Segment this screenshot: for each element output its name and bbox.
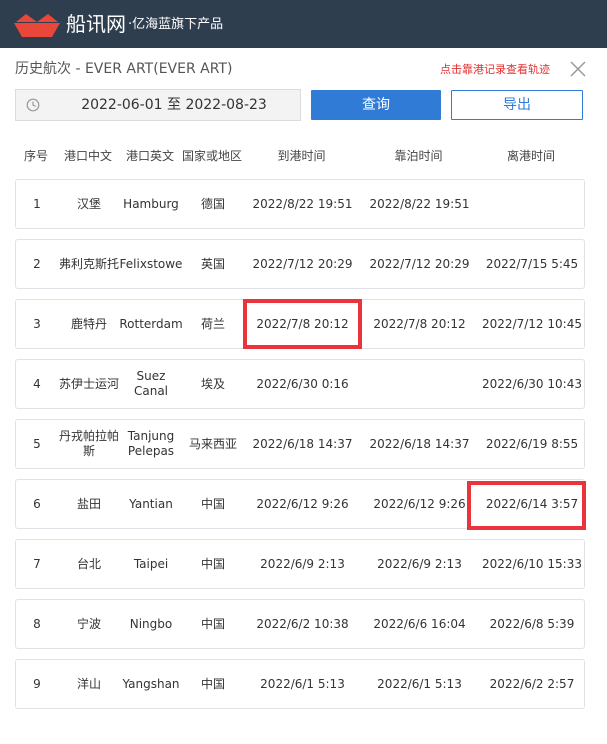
row-departure: 2022/6/10 15:33: [482, 556, 582, 571]
row-country: 中国: [200, 616, 225, 631]
row-no: 4: [33, 376, 41, 391]
row-no: 1: [33, 196, 41, 211]
row-port-cn: 盐田: [76, 496, 101, 511]
date-range-picker[interactable]: 2022-06-01 至 2022-08-23: [15, 89, 301, 121]
brand-tagline: ·亿海蓝旗下产品: [128, 17, 224, 32]
table-row[interactable]: 4 苏伊士运河 Suez Canal 埃及 2022/6/30 0:16 202…: [15, 359, 585, 409]
row-port-cn: 弗利克斯托: [58, 256, 119, 271]
row-no: 3: [33, 316, 41, 331]
query-button[interactable]: 查询: [311, 90, 441, 120]
row-country: 中国: [200, 496, 225, 511]
row-port-cn: 洋山: [76, 676, 101, 691]
table-row[interactable]: 3 鹿特丹 Rotterdam 荷兰 2022/7/8 20:12 2022/7…: [15, 299, 585, 349]
row-country: 英国: [200, 256, 225, 271]
row-arrival: 2022/8/22 19:51: [252, 196, 353, 211]
row-arrival: 2022/6/18 14:37: [252, 436, 353, 451]
row-country: 德国: [200, 196, 225, 211]
row-no: 8: [33, 616, 41, 631]
row-berth: [361, 360, 478, 408]
row-arrival: 2022/6/9 2:13: [260, 556, 345, 571]
table-header: 序号 港口中文 港口英文 国家或地区 到港时间 靠泊时间 离港时间: [15, 146, 585, 166]
row-berth: 2022/6/18 14:37: [369, 436, 470, 451]
row-port-en: Yantian: [129, 496, 173, 511]
row-port-en: Rotterdam: [119, 316, 183, 331]
row-port-cn: 台北: [76, 556, 101, 571]
table-row[interactable]: 2 弗利克斯托 Felixstowe 英国 2022/7/12 20:29 20…: [15, 239, 585, 289]
ship-logo-icon: [14, 14, 60, 37]
row-berth: 2022/6/1 5:13: [377, 676, 462, 691]
row-port-cn: 汉堡: [76, 196, 101, 211]
row-no: 6: [33, 496, 41, 511]
col-header-departure: 离港时间: [506, 149, 555, 163]
col-header-no: 序号: [23, 149, 48, 163]
app-header: 船讯网 ·亿海蓝旗下产品: [0, 0, 607, 48]
row-port-cn: 苏伊士运河: [58, 376, 119, 391]
row-port-en: Hamburg: [123, 196, 179, 211]
row-departure: 2022/6/19 8:55: [485, 436, 579, 451]
row-departure: 2022/6/8 5:39: [489, 616, 575, 631]
row-departure: 2022/7/12 10:45: [482, 316, 582, 331]
brand-name: 船讯网: [66, 12, 126, 36]
close-icon[interactable]: [569, 60, 587, 78]
row-departure: 2022/7/15 5:45: [485, 256, 579, 271]
row-port-en: Felixstowe: [119, 256, 183, 271]
row-no: 7: [33, 556, 41, 571]
row-berth: 2022/8/22 19:51: [369, 196, 470, 211]
row-berth: 2022/7/12 20:29: [369, 256, 470, 271]
row-port-en: Yangshan: [122, 676, 180, 691]
row-arrival: 2022/6/12 9:26: [256, 496, 349, 511]
row-berth: 2022/6/12 9:26: [373, 496, 466, 511]
row-port-en: Suez Canal: [133, 369, 169, 398]
row-country: 马来西亚: [188, 436, 237, 451]
view-track-link[interactable]: 点击靠港记录查看轨迹: [440, 61, 550, 79]
row-arrival: 2022/7/8 20:12: [256, 316, 349, 331]
row-country: 埃及: [200, 376, 225, 391]
table-row[interactable]: 6 盐田 Yantian 中国 2022/6/12 9:26 2022/6/12…: [15, 479, 585, 529]
table-row[interactable]: 9 洋山 Yangshan 中国 2022/6/1 5:13 2022/6/1 …: [15, 659, 585, 709]
row-no: 2: [33, 256, 41, 271]
row-port-en: Taipei: [133, 556, 169, 571]
row-country: 荷兰: [200, 316, 225, 331]
table-row[interactable]: 1 汉堡 Hamburg 德国 2022/8/22 19:51 2022/8/2…: [15, 179, 585, 229]
page-title: 历史航次 - EVER ART(EVER ART): [15, 61, 233, 77]
col-header-arrival: 到港时间: [277, 149, 326, 163]
row-berth: 2022/7/8 20:12: [373, 316, 466, 331]
row-country: 中国: [200, 556, 225, 571]
row-country: 中国: [200, 676, 225, 691]
col-header-berth: 靠泊时间: [394, 149, 443, 163]
row-port-cn: 丹戎帕拉帕斯: [58, 429, 119, 458]
col-header-port-cn: 港口中文: [63, 149, 112, 163]
row-arrival: 2022/6/30 0:16: [256, 376, 349, 391]
row-arrival: 2022/7/12 20:29: [252, 256, 353, 271]
row-port-en: Tanjung Pelepas: [127, 429, 175, 458]
row-berth: 2022/6/6 16:04: [373, 616, 466, 631]
table-row[interactable]: 8 宁波 Ningbo 中国 2022/6/2 10:38 2022/6/6 1…: [15, 599, 585, 649]
row-departure: [478, 180, 586, 228]
export-button[interactable]: 导出: [451, 90, 583, 120]
clock-icon: [26, 98, 40, 112]
row-departure: 2022/6/30 10:43: [482, 376, 582, 391]
row-port-cn: 宁波: [76, 616, 101, 631]
row-berth: 2022/6/9 2:13: [377, 556, 462, 571]
col-header-country: 国家或地区: [181, 149, 242, 163]
col-header-port-en: 港口英文: [125, 149, 174, 163]
table-row[interactable]: 7 台北 Taipei 中国 2022/6/9 2:13 2022/6/9 2:…: [15, 539, 585, 589]
row-port-en: Ningbo: [129, 616, 173, 631]
date-range-value: 2022-06-01 至 2022-08-23: [81, 97, 267, 113]
row-departure: 2022/6/14 3:57: [485, 496, 579, 511]
row-arrival: 2022/6/2 10:38: [256, 616, 349, 631]
table-row[interactable]: 5 丹戎帕拉帕斯 Tanjung Pelepas 马来西亚 2022/6/18 …: [15, 419, 585, 469]
row-departure: 2022/6/2 2:57: [489, 676, 575, 691]
row-no: 9: [33, 676, 41, 691]
row-no: 5: [33, 436, 41, 451]
row-port-cn: 鹿特丹: [70, 316, 107, 331]
row-arrival: 2022/6/1 5:13: [260, 676, 345, 691]
